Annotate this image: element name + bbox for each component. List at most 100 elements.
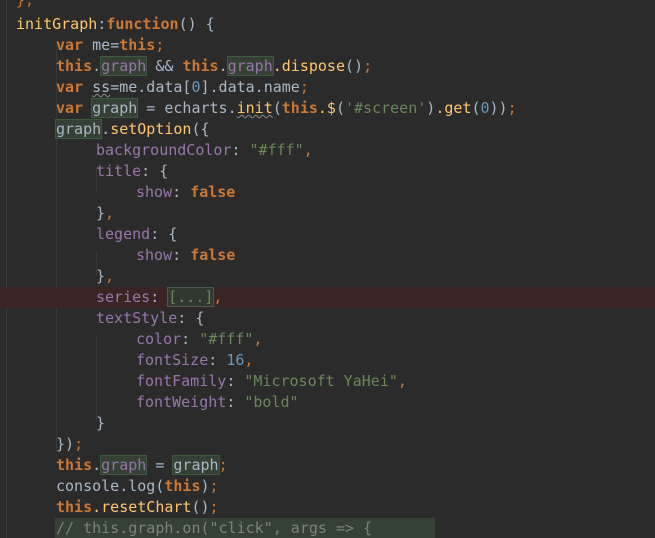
token-punctuation: ; xyxy=(363,57,373,75)
code-line-18[interactable]: fontFamily: "Microsoft YaHei", xyxy=(136,371,407,392)
code-line-12[interactable]: show: false xyxy=(136,245,235,266)
code-line-20[interactable]: } xyxy=(96,413,105,434)
token-keyword: this xyxy=(182,57,219,75)
token-highlighted-usage[interactable]: graph xyxy=(100,455,148,475)
token-string: "#fff" xyxy=(199,330,254,348)
token-punctuation: : xyxy=(172,246,191,264)
token-keyword: false xyxy=(190,246,236,264)
folded-code-region[interactable]: [...] xyxy=(167,287,215,307)
token-punctuation: : xyxy=(226,372,245,390)
code-line-19[interactable]: fontWeight: "bold" xyxy=(136,392,299,413)
token-keyword: var xyxy=(56,36,84,54)
token-property: textStyle xyxy=(96,309,178,327)
code-line-10[interactable]: }, xyxy=(96,203,114,224)
token-punctuation: , xyxy=(303,141,313,159)
token-highlighted-usage[interactable]: graph xyxy=(54,119,103,139)
code-line-25[interactable]: // this.graph.on("click", args => { xyxy=(56,518,372,538)
token-punctuation: : xyxy=(172,183,191,201)
token-punctuation: : xyxy=(226,393,245,411)
token-unused-variable[interactable]: ss xyxy=(92,78,110,96)
token-punctuation: , xyxy=(253,330,263,348)
token-punctuation: : xyxy=(97,15,107,33)
code-line-9[interactable]: show: false xyxy=(136,182,235,203)
token-keyword: var xyxy=(56,99,84,117)
token-punctuation: ; xyxy=(218,456,228,474)
token-method-call: .log( xyxy=(119,477,165,495)
token-punctuation: () { xyxy=(178,15,215,33)
token-property: series xyxy=(96,288,151,306)
token-punctuation: : xyxy=(181,330,200,348)
token-string: "Microsoft YaHei" xyxy=(244,372,398,390)
token-punctuation: , xyxy=(213,288,223,306)
token-method-call[interactable]: init xyxy=(237,99,273,117)
token-punctuation: }) xyxy=(56,435,75,453)
code-line-0[interactable]: }, xyxy=(16,0,34,11)
token-punctuation: ; xyxy=(209,477,219,495)
token-property: backgroundColor xyxy=(96,141,232,159)
token-keyword: var xyxy=(56,78,84,96)
code-line-4[interactable]: var ss=me.data[0].data.name; xyxy=(56,77,309,98)
token-identifier: me xyxy=(92,36,111,54)
code-line-13[interactable]: }, xyxy=(96,266,114,287)
code-line-1[interactable]: initGraph:function() { xyxy=(16,14,215,35)
code-line-21[interactable]: }); xyxy=(56,434,83,455)
code-line-14-error[interactable]: series: [...], xyxy=(0,287,655,308)
token-property: fontFamily xyxy=(136,372,227,390)
token-method-call: setOption xyxy=(110,120,192,138)
token-highlighted-usage[interactable]: graph xyxy=(226,56,274,76)
code-line-7[interactable]: backgroundColor: "#fff", xyxy=(96,140,313,161)
token-expression: =me.data[ xyxy=(110,78,192,96)
token-expression: ].data.name xyxy=(200,78,300,96)
token-property: show xyxy=(136,246,173,264)
token-punctuation: ; xyxy=(507,99,517,117)
token-method-call: .$ xyxy=(317,99,336,117)
token-string: "#fff" xyxy=(249,141,304,159)
token-operator: && xyxy=(146,57,183,75)
token-punctuation: : xyxy=(150,288,169,306)
token-method-call: .dispose xyxy=(272,57,345,75)
code-line-23[interactable]: console.log(this); xyxy=(56,476,219,497)
token-punctuation: . xyxy=(101,120,111,138)
token-property: show xyxy=(136,183,173,201)
token-keyword: this xyxy=(56,498,93,516)
token-highlighted-usage[interactable]: graph xyxy=(100,56,148,76)
token-punctuation: } xyxy=(96,414,106,432)
token-punctuation: } xyxy=(96,267,106,285)
token-punctuation: . xyxy=(92,57,102,75)
code-line-5[interactable]: var graph = echarts.init(this.$('#screen… xyxy=(56,98,517,119)
token-identifier: console xyxy=(56,477,120,495)
token-highlighted-declaration[interactable]: graph xyxy=(91,98,139,118)
token-punctuation: . xyxy=(218,57,228,75)
code-line-16[interactable]: color: "#fff", xyxy=(136,329,262,350)
token-punctuation: ; xyxy=(74,435,84,453)
token-property: fontWeight xyxy=(136,393,227,411)
token-punctuation: , xyxy=(397,372,407,390)
token-number: 16 xyxy=(226,351,245,369)
token-punctuation: ) xyxy=(426,99,436,117)
token-punctuation: }, xyxy=(16,0,35,9)
token-method-call: .get xyxy=(435,99,472,117)
token-string: "bold" xyxy=(244,393,299,411)
code-line-6[interactable]: graph.setOption({ xyxy=(54,119,210,140)
token-punctuation: ( xyxy=(272,99,282,117)
code-editor[interactable]: }, initGraph:function() { var me=this; t… xyxy=(0,0,655,538)
token-punctuation: . xyxy=(92,456,102,474)
code-line-8[interactable]: title: { xyxy=(96,161,168,182)
token-punctuation: } xyxy=(96,204,106,222)
code-line-15[interactable]: textStyle: { xyxy=(96,308,204,329)
token-keyword: this xyxy=(164,477,201,495)
token-keyword: this xyxy=(56,456,93,474)
token-property: title xyxy=(96,162,142,180)
token-punctuation: : xyxy=(231,141,250,159)
token-highlighted-usage[interactable]: graph xyxy=(172,455,220,475)
code-line-22[interactable]: this.graph = graph; xyxy=(56,455,228,476)
token-comment: // this.graph.on("click", args => { xyxy=(56,519,373,537)
code-line-24[interactable]: this.resetChart(); xyxy=(56,497,219,518)
code-line-17[interactable]: fontSize: 16, xyxy=(136,350,253,371)
code-line-2[interactable]: var me=this; xyxy=(56,35,164,56)
token-punctuation: , xyxy=(244,351,254,369)
token-punctuation: ; xyxy=(299,78,309,96)
token-punctuation: () xyxy=(345,57,364,75)
code-line-3[interactable]: this.graph && this.graph.dispose(); xyxy=(56,56,372,77)
code-line-11[interactable]: legend: { xyxy=(96,224,177,245)
